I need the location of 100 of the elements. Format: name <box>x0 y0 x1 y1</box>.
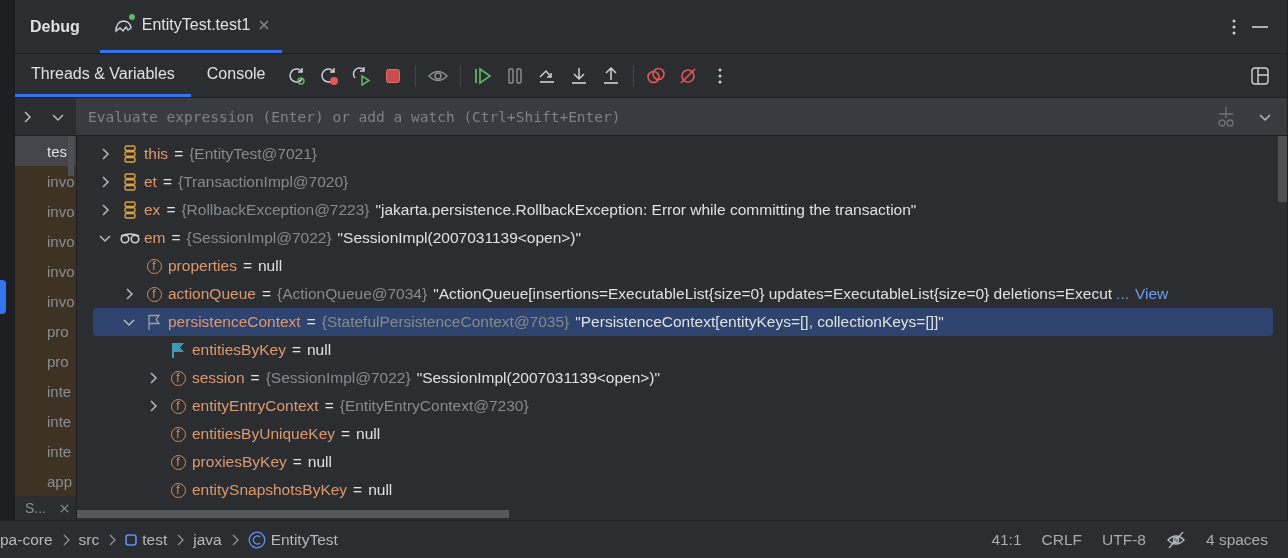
variable-type: {SessionImpl@7022} <box>186 229 332 247</box>
variable-name: et <box>144 173 157 191</box>
variable-row[interactable]: em = {SessionImpl@7022} "SessionImpl(2007031139<open>)" <box>93 224 1273 252</box>
variable-row[interactable]: et = {TransactionImpl@7020} <box>93 168 1273 196</box>
variable-type: {SessionImpl@7022} <box>265 369 411 387</box>
breadcrumb[interactable]: pa-core <box>0 531 53 549</box>
close-icon[interactable] <box>258 19 271 31</box>
frame-item[interactable]: pro <box>15 316 76 346</box>
frame-item[interactable]: invo <box>15 256 76 286</box>
variable-row[interactable]: f session = {SessionImpl@7022} "SessionImpl(2007031139<open>)" <box>93 364 1273 392</box>
chevron-icon <box>107 533 118 547</box>
variable-name: entitiesByUniqueKey <box>192 425 336 443</box>
variable-value: "jakarta.persistence.RollbackException: Error while committing the transaction" <box>375 201 917 219</box>
variable-type: {TransactionImpl@7020} <box>178 173 349 191</box>
frame-item[interactable]: invo <box>15 166 76 196</box>
breakpoints-icon[interactable] <box>646 65 667 86</box>
status-item[interactable]: 4 spaces <box>1205 531 1268 549</box>
frame-item[interactable]: inte <box>15 406 76 436</box>
variable-row[interactable]: f entitySnapshotsByKey = null <box>93 476 1273 504</box>
variable-row[interactable]: f actionQueue = {ActionQueue@7034} "ActionQueue[insertions=ExecutableList{size=0} updates=ExecutableList{size=0} deletions=Execut ... View <box>93 280 1273 308</box>
tool-window-title: Debug <box>30 17 80 36</box>
frame-item[interactable]: app <box>15 466 76 496</box>
frame-item[interactable]: pro <box>15 346 76 376</box>
equals-sign: = <box>341 425 351 443</box>
panel-tab[interactable]: Console <box>190 54 282 97</box>
variable-value: "ActionQueue[insertions=ExecutableList{size=0} updates=ExecutableList{size=0} deletions=Execut <box>433 285 1113 303</box>
scrollbar[interactable] <box>1278 136 1287 202</box>
flag-icon <box>147 314 161 330</box>
stack-icon <box>124 173 136 191</box>
equals-sign: = <box>162 173 172 191</box>
equals-sign: = <box>353 481 363 499</box>
variable-name: em <box>144 229 166 247</box>
layout-icon[interactable] <box>1251 66 1269 85</box>
mute-breakpoints-icon[interactable] <box>678 65 699 86</box>
variable-name: persistenceContext <box>168 313 301 331</box>
variable-row[interactable]: this = {EntityTest@7021} <box>93 140 1273 168</box>
minimize-icon[interactable] <box>1251 24 1269 29</box>
class-icon <box>247 531 266 549</box>
variable-row[interactable]: f properties = null <box>93 252 1273 280</box>
frame-item[interactable]: invo <box>15 196 76 226</box>
glasses-icon <box>120 232 140 244</box>
breadcrumb[interactable]: test <box>125 531 168 549</box>
view-link[interactable]: View <box>1135 285 1169 303</box>
variable-type: {StatefulPersistenceContext@7035} <box>321 313 570 331</box>
stack-icon <box>124 201 136 219</box>
rerun-failed-icon[interactable] <box>319 65 340 86</box>
status-item[interactable]: CRLF <box>1041 531 1083 549</box>
equals-sign: = <box>174 145 184 163</box>
breadcrumb[interactable]: java <box>193 531 222 549</box>
variable-name: entitiesByKey <box>192 341 286 359</box>
scrollbar[interactable] <box>68 136 74 176</box>
eye-crossed-icon[interactable] <box>1165 531 1186 549</box>
gutter-marker <box>0 280 6 314</box>
session-tab[interactable]: EntityTest.test1 <box>99 0 283 53</box>
variable-row[interactable]: f proxiesByKey = null <box>93 448 1273 476</box>
rerun-toggle-icon[interactable] <box>351 65 372 86</box>
variable-value: null <box>307 453 332 471</box>
variable-value: "SessionImpl(2007031139<open>)" <box>337 229 581 247</box>
variable-row[interactable]: persistenceContext = {StatefulPersistenceContext@7035} "PersistenceContext[entityKeys=[], collectionKeys=[]]" <box>93 308 1273 336</box>
equals-sign: = <box>242 257 252 275</box>
variable-name: session <box>192 369 245 387</box>
variable-row[interactable]: ex = {RollbackException@7223} "jakarta.persistence.RollbackException: Error while committing the transaction" <box>93 196 1273 224</box>
variable-value: null <box>307 341 332 359</box>
breadcrumb[interactable]: src <box>78 531 100 549</box>
rerun-icon[interactable] <box>287 65 308 86</box>
variable-value: null <box>368 481 393 499</box>
breadcrumb[interactable]: EntityTest <box>247 531 338 549</box>
variable-name: proxiesByKey <box>192 453 287 471</box>
equals-sign: = <box>171 229 181 247</box>
ellipsis: ... <box>1116 285 1129 303</box>
frame-item[interactable]: inte <box>15 376 76 406</box>
equals-sign: = <box>292 453 302 471</box>
chevron-icon <box>175 533 186 547</box>
frame-item[interactable]: inte <box>15 436 76 466</box>
stack-icon <box>124 145 136 163</box>
variable-value: "SessionImpl(2007031139<open>)" <box>416 369 661 387</box>
status-item[interactable]: UTF-8 <box>1102 531 1146 549</box>
variable-name: this <box>144 145 169 163</box>
variable-row[interactable]: f entitiesByUniqueKey = null <box>93 420 1273 448</box>
close-icon[interactable] <box>59 502 70 514</box>
frames-tab-label[interactable]: S... <box>25 500 46 516</box>
equals-sign: = <box>291 341 301 359</box>
variable-type: {EntityTest@7021} <box>189 145 317 163</box>
scrollbar[interactable] <box>77 510 509 518</box>
more-icon[interactable] <box>1231 17 1237 36</box>
variable-name: entityEntryContext <box>192 397 319 415</box>
resume-icon[interactable] <box>473 65 494 86</box>
variable-name: ex <box>144 201 161 219</box>
flag-icon <box>171 342 185 358</box>
equals-sign: = <box>324 397 334 415</box>
frame-item[interactable]: tes <box>15 136 76 166</box>
frame-item[interactable]: invo <box>15 286 76 316</box>
variable-type: {EntityEntryContext@7230} <box>339 397 529 415</box>
variable-type: {ActionQueue@7034} <box>276 285 428 303</box>
variable-row[interactable]: entitiesByKey = null <box>93 336 1273 364</box>
variable-row[interactable]: f entityEntryContext = {EntityEntryContext@7230} <box>93 392 1273 420</box>
frame-item[interactable]: invo <box>15 226 76 256</box>
variable-type: {RollbackException@7223} <box>181 201 370 219</box>
status-item[interactable]: 41:1 <box>991 531 1022 549</box>
module-icon <box>125 534 138 546</box>
